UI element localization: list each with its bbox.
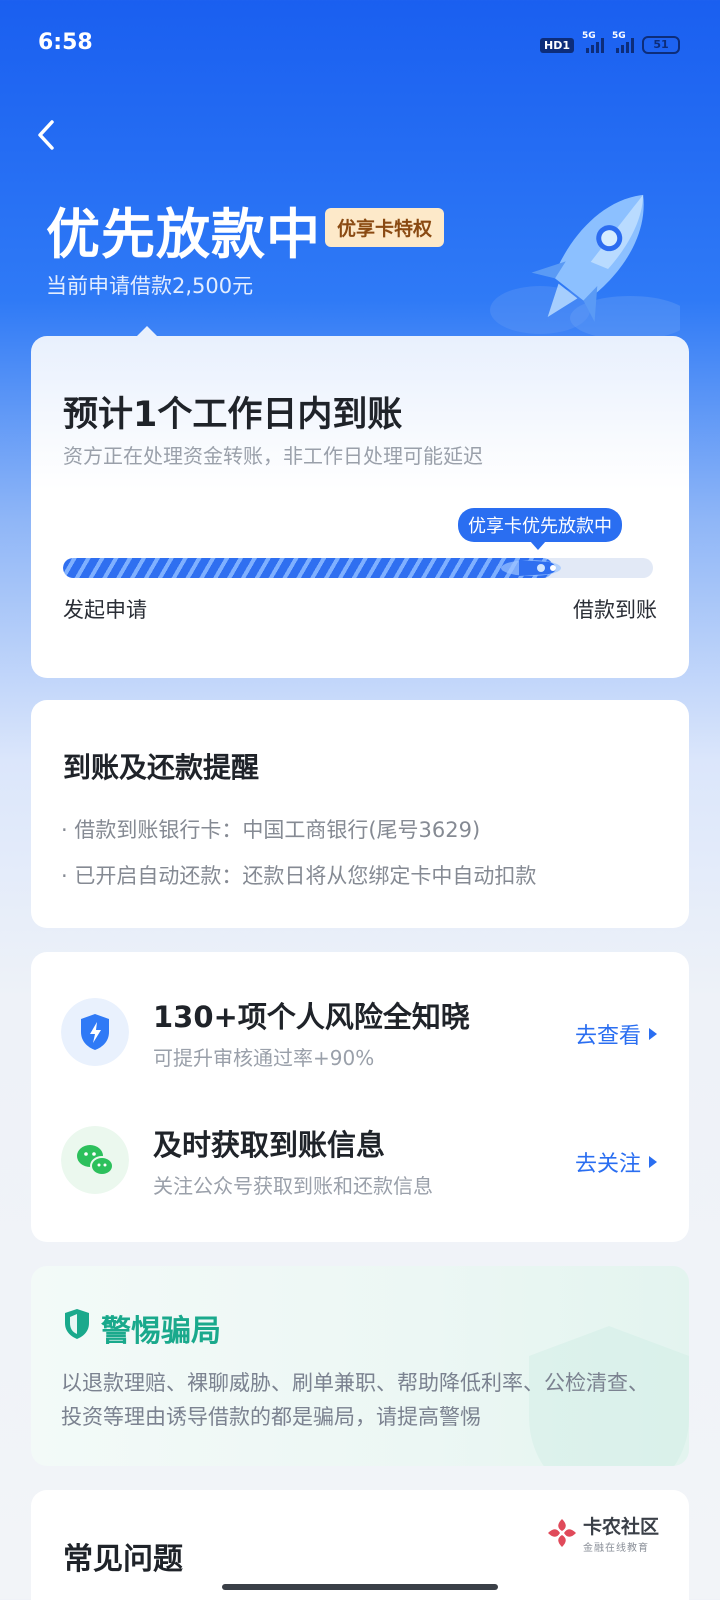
arrow-right-icon (649, 1028, 657, 1040)
reminder-card: 到账及还款提醒 · 借款到账银行卡：中国工商银行(尾号3629) · 已开启自动… (31, 700, 689, 928)
page-title: 优先放款中 (46, 203, 321, 266)
faq-title: 常见问题 (63, 1542, 183, 1577)
fraud-text: 以退款理赔、裸聊威胁、刷单兼职、帮助降低利率、公检清查、投资等理由诱导借款的都是… (61, 1371, 649, 1429)
shield-lightning-icon (61, 998, 129, 1066)
wechat-icon (61, 1126, 129, 1194)
bank-card-info: · 借款到账银行卡：中国工商银行(尾号3629) (61, 818, 481, 842)
privilege-tag: 优享卡特权 (325, 208, 445, 247)
progress-tooltip: 优享卡优先放款中 (458, 508, 622, 550)
notify-title: 及时获取到账信息 (153, 1128, 386, 1162)
services-card: 130+项个人风险全知晓 可提升审核通过率+90% 去查看 及时获取到账信息 关… (31, 952, 689, 1242)
hd-voice-icon: HD1 (540, 37, 574, 53)
progress-fill (63, 558, 553, 578)
status-bar: 6:58 HD1 5G 5G 51 (0, 0, 720, 90)
eta-title: 预计1个工作日内到账 (63, 395, 403, 435)
network-type-label: 5G (582, 31, 596, 41)
shield-check-icon (65, 1309, 89, 1339)
risk-report-subtitle: 可提升审核通过率+90% (153, 1046, 375, 1070)
watermark: 卡农社区 金融在线教育 (545, 1512, 659, 1554)
eta-subtitle: 资方正在处理资金转账，非工作日处理可能延迟 (63, 444, 483, 468)
signal-icon-2: 5G (612, 31, 634, 53)
view-risk-link[interactable]: 去查看 (575, 1018, 657, 1050)
progress-rocket-icon (501, 560, 561, 576)
battery-icon: 51 (642, 36, 680, 54)
signal-icon: 5G (582, 31, 604, 53)
home-indicator[interactable] (222, 1584, 498, 1590)
risk-report-title: 130+项个人风险全知晓 (153, 1000, 470, 1034)
loan-amount-text: 当前申请借款2,500元 (46, 274, 254, 298)
arrow-right-icon (649, 1156, 657, 1168)
back-arrow-icon[interactable] (32, 118, 62, 152)
fraud-title: 警惕骗局 (101, 1314, 221, 1349)
notify-subtitle: 关注公众号获取到账和还款信息 (153, 1174, 433, 1198)
follow-account-label: 去关注 (574, 1152, 641, 1177)
progress-card: 预计1个工作日内到账 资方正在处理资金转账，非工作日处理可能延迟 优享卡优先放款… (31, 326, 689, 678)
step-end-label: 借款到账 (573, 598, 657, 622)
status-time: 6:58 (38, 30, 93, 55)
network-type-label-2: 5G (612, 31, 626, 41)
watermark-tagline: 金融在线教育 (582, 1543, 649, 1554)
kanong-logo-icon (547, 1519, 576, 1547)
follow-account-link[interactable]: 去关注 (575, 1146, 657, 1178)
fraud-warning-card: 警惕骗局 以退款理赔、裸聊威胁、刷单兼职、帮助降低利率、公检清查、投资等理由诱导… (31, 1266, 689, 1466)
watermark-name: 卡农社区 (582, 1516, 659, 1538)
rocket-illustration (490, 194, 680, 340)
card-pointer (135, 326, 159, 338)
reminder-title: 到账及还款提醒 (63, 751, 260, 784)
auto-repay-info: · 已开启自动还款：还款日将从您绑定卡中自动扣款 (61, 864, 537, 888)
status-icons: HD1 5G 5G 51 (540, 31, 680, 54)
step-start-label: 发起申请 (63, 598, 147, 622)
view-risk-label: 去查看 (574, 1024, 641, 1049)
